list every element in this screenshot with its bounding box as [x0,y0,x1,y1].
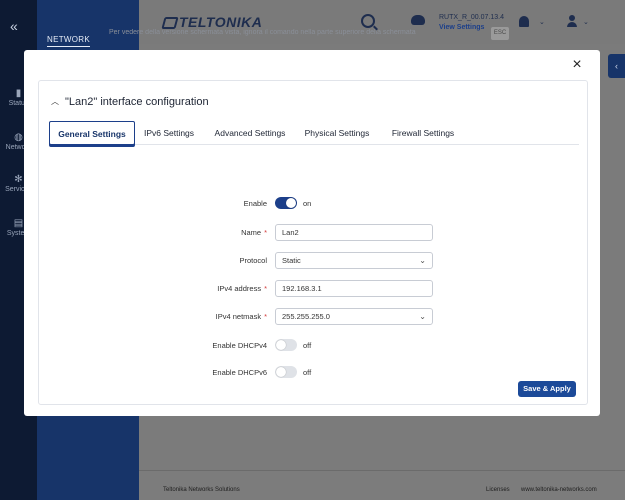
modal-title: "Lan2" interface configuration [65,96,209,108]
firmware-version: RUTX_R_00.07.13.4 [439,14,504,21]
dhcpv6-label: Enable DHCPv6 [212,368,267,377]
expand-panel-icon[interactable]: ‹ [608,54,625,78]
form-row-dhcpv6: Enable DHCPv6 off [39,364,589,382]
config-card: ︿ "Lan2" interface configuration General … [38,80,588,405]
protocol-label: Protocol [239,256,267,265]
search-icon[interactable] [361,14,375,28]
chevron-up-icon[interactable]: ︿ [51,96,59,107]
page-footer: Teltonika Networks Solutions Licenses ww… [139,470,625,500]
dhcpv6-state: off [303,368,312,377]
form-row-ipv4-address: IPv4 address * 192.168.3.1 [39,280,589,298]
ipv4-netmask-select[interactable]: 255.255.255.0 ⌄ [275,308,433,325]
tab-advanced-settings[interactable]: Advanced Settings [209,121,291,145]
top-bar: TELTONIKA Per vedere della versione sche… [109,0,625,44]
dhcpv6-toggle[interactable] [275,366,297,378]
enable-state: on [303,199,312,208]
bell-icon[interactable] [519,16,529,27]
protocol-value: Static [282,256,301,265]
name-input[interactable]: Lan2 [275,224,433,241]
toggle-knob [276,367,286,377]
chevron-down-icon: ⌄ [419,256,426,265]
enable-label: Enable [243,199,267,208]
ipv4-address-input[interactable]: 192.168.3.1 [275,280,433,297]
toggle-knob [286,198,296,208]
enable-toggle[interactable] [275,197,297,209]
licenses-link[interactable]: Licenses [486,487,510,493]
save-apply-button[interactable]: Save & Apply [518,381,576,397]
form-row-ipv4-netmask: IPv4 netmask * 255.255.255.0 ⌄ [39,308,589,326]
dhcpv4-toggle[interactable] [275,339,297,351]
close-icon[interactable]: × [570,57,584,73]
dhcpv4-label: Enable DHCPv4 [212,341,267,350]
tab-bar: General Settings IPv6 Settings Advanced … [49,121,579,145]
tab-physical-settings[interactable]: Physical Settings [299,121,375,145]
logo-mark-icon [161,17,179,29]
section-header[interactable]: ︿ "Lan2" interface configuration [51,96,209,108]
tab-ipv6-settings[interactable]: IPv6 Settings [137,121,201,145]
dhcpv4-state: off [303,341,312,350]
view-settings-link[interactable]: View Settings [439,24,484,31]
subnav-title: NETWORK [47,35,90,47]
footer-company: Teltonika Networks Solutions [163,487,240,493]
ipv4-address-label: IPv4 address * [217,284,267,293]
interface-config-modal: × ︿ "Lan2" interface configuration Genera… [24,50,600,416]
cloud-icon[interactable] [411,15,425,25]
chevron-down-icon[interactable]: ⌄ [583,18,589,26]
form-row-enable: Enable on [39,195,589,213]
toggle-knob [276,340,286,350]
ipv4-netmask-label: IPv4 netmask * [215,312,267,321]
website-link[interactable]: www.teltonika-networks.com [521,487,597,493]
tab-general-settings[interactable]: General Settings [49,121,135,145]
chevron-down-icon[interactable]: ⌄ [539,18,545,26]
tab-firewall-settings[interactable]: Firewall Settings [383,121,463,145]
collapse-sidebar-icon[interactable]: « [10,18,18,34]
protocol-select[interactable]: Static ⌄ [275,252,433,269]
brand-name: TELTONIKA [179,14,263,30]
chevron-down-icon: ⌄ [419,312,426,321]
teltonika-logo: TELTONIKA [161,14,263,30]
form-row-protocol: Protocol Static ⌄ [39,252,589,270]
ipv4-netmask-value: 255.255.255.0 [282,312,330,321]
name-label: Name * [241,228,267,237]
form-row-name: Name * Lan2 [39,224,589,242]
user-icon[interactable] [567,15,577,27]
form-row-dhcpv4: Enable DHCPv4 off [39,337,589,355]
esc-badge[interactable]: ESC [491,27,509,40]
